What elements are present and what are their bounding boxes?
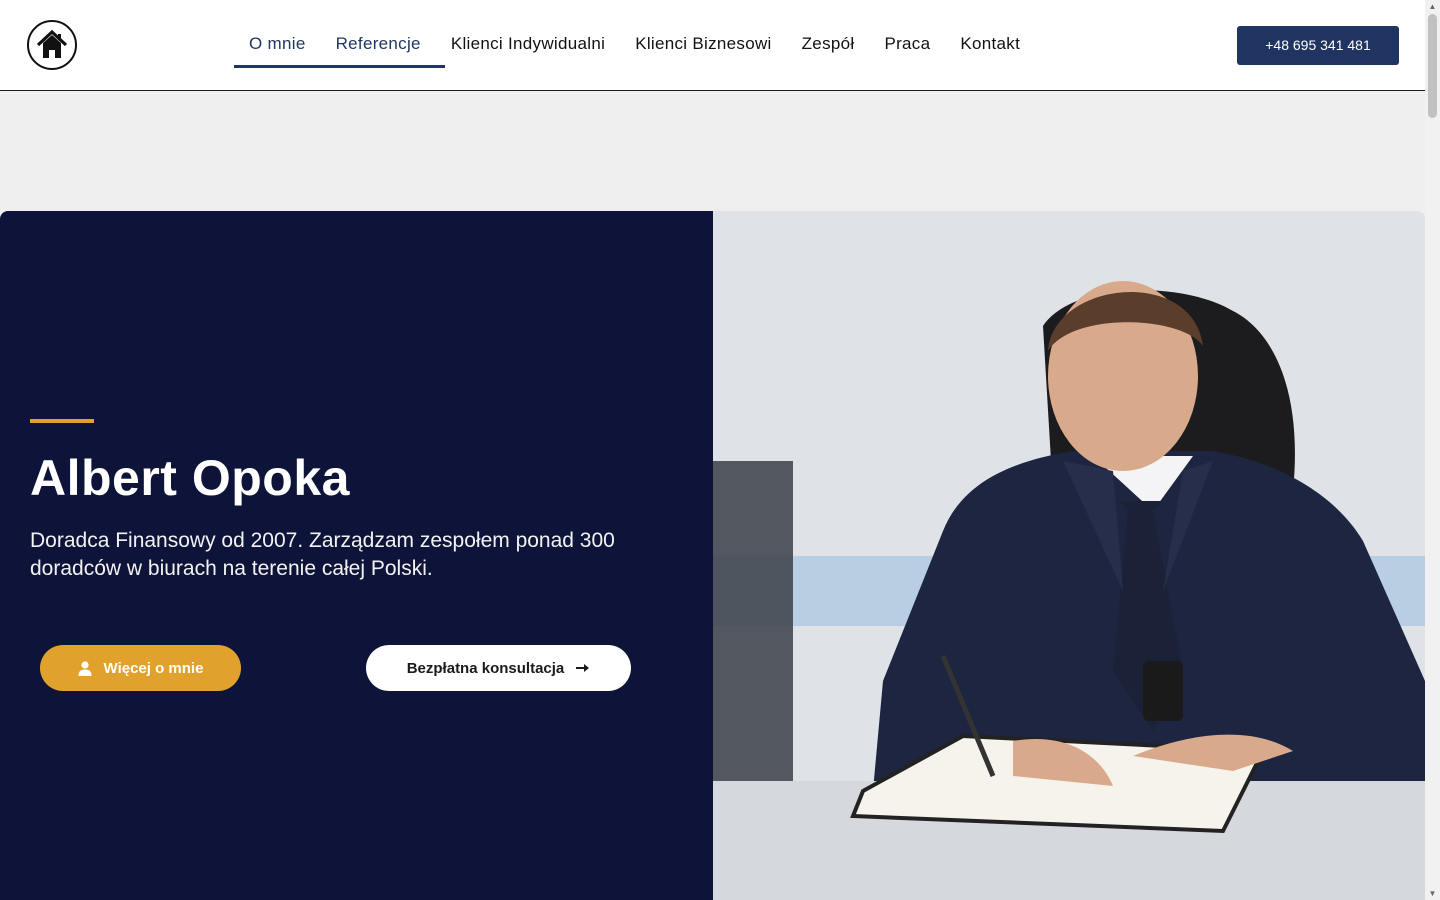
nav-item-o-mnie[interactable]: O mnie bbox=[234, 22, 321, 68]
hero-title: Albert Opoka bbox=[30, 450, 350, 506]
portrait-photo bbox=[713, 211, 1425, 900]
hero-description: Doradca Finansowy od 2007. Zarządzam zes… bbox=[30, 529, 615, 580]
scroll-up-icon[interactable]: ▲ bbox=[1428, 2, 1437, 11]
nav-item-kontakt[interactable]: Kontakt bbox=[945, 22, 1035, 68]
site-header: O mnie Referencje Klienci Indywidualni K… bbox=[0, 0, 1425, 91]
free-consultation-label: Bezpłatna konsultacja bbox=[406, 659, 565, 677]
nav-item-zespol[interactable]: Zespół bbox=[787, 22, 870, 68]
nav-active-underline bbox=[234, 65, 445, 68]
scroll-down-icon[interactable]: ▼ bbox=[1428, 889, 1437, 898]
scrollbar-thumb[interactable] bbox=[1428, 14, 1437, 118]
main-nav: O mnie Referencje Klienci Indywidualni K… bbox=[234, 22, 1035, 68]
nav-item-klienci-indywidualni[interactable]: Klienci Indywidualni bbox=[436, 22, 620, 68]
accent-divider bbox=[30, 419, 94, 423]
more-about-me-button[interactable]: Więcej o mnie bbox=[40, 645, 241, 691]
nav-item-praca[interactable]: Praca bbox=[869, 22, 945, 68]
portrait-illustration bbox=[713, 211, 1425, 900]
nav-item-klienci-biznesowi[interactable]: Klienci Biznesowi bbox=[620, 22, 786, 68]
scrollbar[interactable]: ▲ ▼ bbox=[1425, 0, 1440, 900]
home-logo-icon[interactable] bbox=[27, 20, 77, 70]
more-about-me-label: Więcej o mnie bbox=[103, 659, 204, 677]
hero-text-panel: Albert Opoka Doradca Finansowy od 2007. … bbox=[0, 211, 713, 900]
free-consultation-button[interactable]: Bezpłatna konsultacja bbox=[366, 645, 631, 691]
phone-button[interactable]: +48 695 341 481 bbox=[1237, 26, 1399, 65]
nav-item-referencje[interactable]: Referencje bbox=[321, 22, 436, 68]
user-icon bbox=[78, 660, 92, 676]
arrow-right-icon bbox=[576, 664, 590, 672]
hero-section: Albert Opoka Doradca Finansowy od 2007. … bbox=[0, 211, 1425, 900]
